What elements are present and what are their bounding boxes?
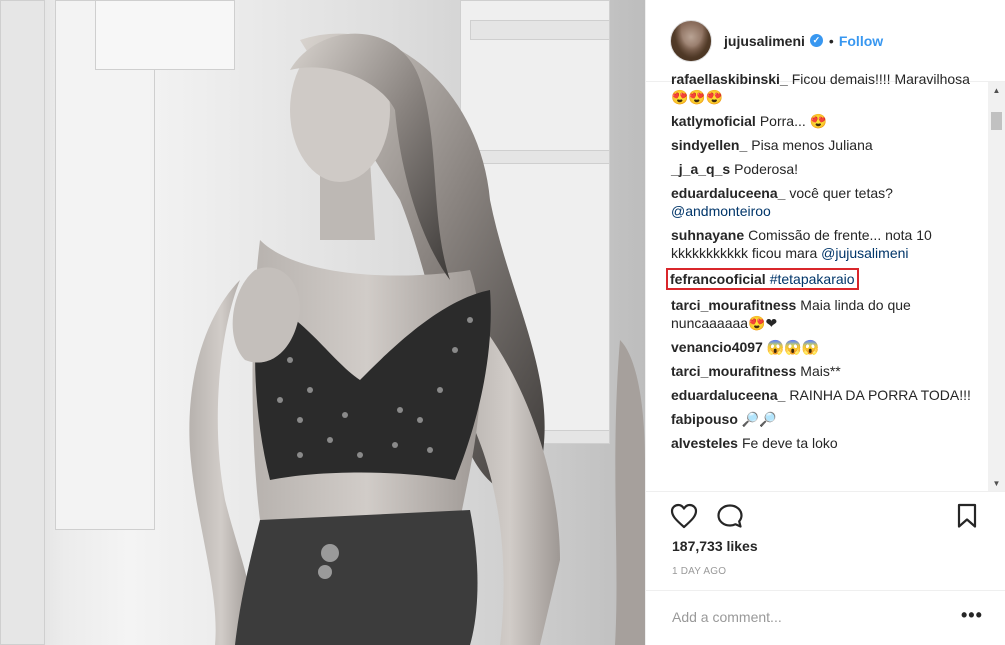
- comment-username[interactable]: rafaellaskibinski_: [671, 74, 788, 87]
- comment-username[interactable]: tarci_mourafitness: [671, 297, 796, 313]
- comments-list[interactable]: rafaellaskibinski_ Ficou demais!!!! Marav…: [646, 74, 988, 490]
- comment-text: Fe deve ta loko: [741, 435, 838, 451]
- post-timestamp[interactable]: 1 DAY AGO: [672, 566, 726, 577]
- comment-username[interactable]: sindyellen_: [671, 137, 747, 153]
- post-photo[interactable]: [0, 0, 645, 645]
- comment-item: eduardaluceena_ RAINHA DA PORRA TODA!!!: [671, 383, 976, 407]
- comment-username[interactable]: venancio4097: [671, 339, 763, 355]
- comment-item: katlymoficial Porra... 😍: [671, 109, 976, 133]
- comment-text: você quer tetas?: [789, 185, 893, 201]
- add-comment-bar: •••: [646, 590, 1005, 645]
- scrollbar-thumb[interactable]: [991, 112, 1002, 130]
- likes-count[interactable]: 187,733 likes: [672, 538, 758, 554]
- comment-text: Porra... 😍: [759, 113, 828, 129]
- comment-item: tarci_mourafitness Maia linda do que nunc…: [671, 293, 976, 335]
- comment-username[interactable]: fabipouso: [671, 411, 738, 427]
- comment-username[interactable]: fefrancooficial: [670, 271, 766, 287]
- comment-item: alvesteles Fe deve ta loko: [671, 431, 976, 455]
- comment-username[interactable]: tarci_mourafitness: [671, 363, 796, 379]
- post-side-panel: jujusalimeni ✓ • Follow rafaellaskibinsk…: [645, 0, 1005, 645]
- action-bar: [646, 491, 1005, 541]
- comment-mention-link[interactable]: @andmonteiroo: [671, 203, 771, 219]
- comment-item: eduardaluceena_ você quer tetas? @andmont…: [671, 181, 976, 223]
- comment-text: Mais**: [800, 363, 841, 379]
- comment-item: _j_a_q_s Poderosa!: [671, 157, 976, 181]
- comment-bubble-icon[interactable]: [716, 503, 744, 534]
- bookmark-icon[interactable]: [956, 503, 978, 534]
- highlight-box: fefrancooficial #tetapakaraio: [666, 268, 859, 290]
- comment-text: Poderosa!: [734, 161, 798, 177]
- more-options-icon[interactable]: •••: [961, 605, 983, 626]
- comment-text: 🔎🔎: [741, 411, 777, 427]
- comment-hashtag-link[interactable]: #tetapakaraio: [770, 271, 855, 287]
- comment-item: rafaellaskibinski_ Ficou demais!!!! Marav…: [671, 74, 976, 109]
- comment-item: tarci_mourafitness Mais**: [671, 359, 976, 383]
- comment-username[interactable]: eduardaluceena_: [671, 387, 785, 403]
- comment-item: venancio4097 😱😱😱: [671, 335, 976, 359]
- comment-username[interactable]: _j_a_q_s: [671, 161, 730, 177]
- comment-username[interactable]: suhnayane: [671, 227, 744, 243]
- comment-username[interactable]: eduardaluceena_: [671, 185, 785, 201]
- comment-mention-link[interactable]: @jujusalimeni: [821, 245, 908, 261]
- comment-text: Pisa menos Juliana: [751, 137, 873, 153]
- comment-username[interactable]: alvesteles: [671, 435, 738, 451]
- avatar[interactable]: [670, 19, 712, 62]
- scroll-down-arrow-icon[interactable]: ▼: [988, 475, 1005, 492]
- add-comment-input[interactable]: [672, 606, 942, 628]
- scroll-up-arrow-icon[interactable]: ▲: [988, 82, 1005, 99]
- comment-text: 😱😱😱: [766, 339, 820, 355]
- comment-item: suhnayane Comissão de frente... nota 10 k…: [671, 223, 976, 265]
- comment-text: RAINHA DA PORRA TODA!!!: [789, 387, 971, 403]
- comment-item: fabipouso 🔎🔎: [671, 407, 976, 431]
- verified-badge-icon: ✓: [809, 34, 823, 47]
- comment-username[interactable]: katlymoficial: [671, 113, 756, 129]
- post-header: jujusalimeni ✓ • Follow: [646, 0, 1005, 82]
- heart-icon[interactable]: [670, 503, 698, 534]
- comments-scrollbar[interactable]: ▲ ▼: [988, 82, 1005, 492]
- follow-button[interactable]: Follow: [839, 33, 883, 49]
- comment-item: sindyellen_ Pisa menos Juliana: [671, 133, 976, 157]
- header-username[interactable]: jujusalimeni: [724, 33, 805, 49]
- comment-item-highlighted: fefrancooficial #tetapakaraio: [666, 265, 976, 293]
- person-figure: [189, 33, 645, 645]
- separator-dot: •: [828, 32, 834, 49]
